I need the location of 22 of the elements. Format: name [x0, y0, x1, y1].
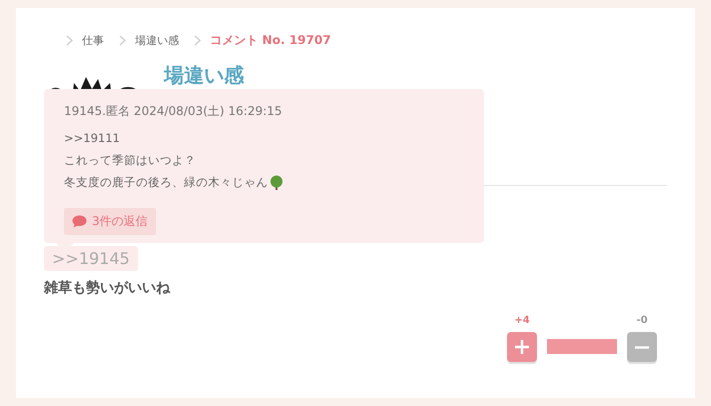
- comment-line: >>19111: [64, 131, 120, 145]
- chevron-icon: [119, 34, 126, 46]
- comment-text: 雑草も勢いがいいね: [44, 279, 172, 297]
- comment-line: 冬支度の鹿子の後ろ、緑の木々じゃん: [64, 174, 268, 190]
- topic-title[interactable]: 場違い感: [164, 64, 244, 86]
- minus-icon: [634, 346, 650, 348]
- chevron-icon: [66, 34, 73, 46]
- speech-bubble-icon: [72, 215, 87, 228]
- chevron-icon: [194, 34, 201, 46]
- replies-button[interactable]: 3件の返信: [64, 208, 156, 235]
- breadcrumb-link[interactable]: 仕事: [82, 32, 104, 48]
- upvote-count: +4: [514, 315, 530, 326]
- comment-header: 19145.匿名 2024/08/03(土) 16:29:15: [64, 103, 284, 120]
- breadcrumb-link[interactable]: 場違い感: [135, 32, 179, 48]
- upvote-button[interactable]: [507, 332, 537, 362]
- breadcrumb-link[interactable]: コメント No. 19707: [210, 32, 331, 48]
- downvote-count: -0: [636, 315, 648, 326]
- comment-line: これって季節はいつよ？: [64, 152, 196, 168]
- tree-icon: [269, 174, 284, 190]
- reply-anchor[interactable]: >>19145: [44, 246, 138, 271]
- downvote-button[interactable]: [627, 332, 657, 362]
- plus-icon: [514, 339, 530, 355]
